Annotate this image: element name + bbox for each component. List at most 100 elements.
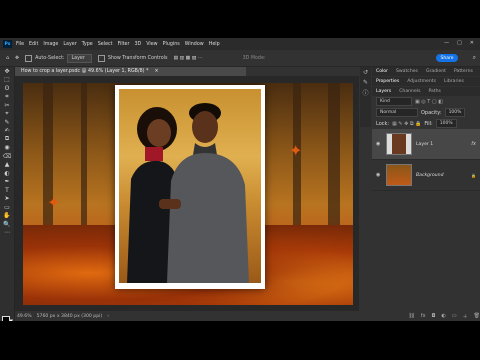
layer-row-background[interactable]: ◉ Background 🔒	[372, 160, 480, 191]
layers-filter-row: Kind ▣ ◎ T ▢ ◧	[372, 96, 480, 107]
object-select-tool-icon[interactable]: ⌗	[0, 93, 14, 102]
pen-tool-icon[interactable]: ✒	[0, 178, 14, 187]
eyedropper-tool-icon[interactable]: ⌖	[0, 110, 14, 119]
type-tool-icon[interactable]: T	[0, 186, 14, 195]
add-mask-icon[interactable]: ◘	[432, 313, 436, 319]
history-brush-tool-icon[interactable]: ◉	[0, 144, 14, 153]
auto-select-label: Auto-Select:	[35, 55, 65, 61]
auto-select-dropdown[interactable]: Layer	[67, 53, 92, 63]
gradient-tool-icon[interactable]: ▲	[0, 161, 14, 170]
tab-swatches[interactable]: Swatches	[392, 69, 422, 74]
menu-3d[interactable]: 3D	[134, 42, 141, 47]
rectangle-tool-icon[interactable]: ▭	[0, 203, 14, 212]
menu-edit[interactable]: Edit	[29, 42, 38, 47]
crop-tool-icon[interactable]: ✂	[0, 101, 14, 110]
layer-name[interactable]: Background	[416, 173, 444, 178]
lasso-tool-icon[interactable]: ʘ	[0, 84, 14, 93]
close-icon[interactable]: ✕	[470, 40, 474, 46]
fill-label: Fill:	[424, 120, 433, 127]
tab-channels[interactable]: Channels	[395, 89, 424, 94]
tab-layers[interactable]: Layers	[372, 89, 395, 94]
transform-group: Show Transform Controls	[97, 54, 168, 62]
menu-filter[interactable]: Filter	[118, 42, 130, 47]
tab-gradient[interactable]: Gradient	[422, 69, 450, 74]
tab-libraries[interactable]: Libraries	[440, 79, 468, 84]
more-tools-icon[interactable]: ⋯	[0, 229, 14, 238]
menu-layer[interactable]: Layer	[63, 42, 76, 47]
menu-view[interactable]: View	[146, 42, 157, 47]
auto-select-group: Auto-Select: Layer	[25, 53, 92, 63]
document-tab[interactable]: How to crop a layer.psdc @ 49.6% (Layer …	[15, 67, 246, 76]
search-icon[interactable]: ⌕	[473, 54, 476, 62]
fx-icon[interactable]: fx	[471, 141, 476, 147]
menu-image[interactable]: Image	[43, 42, 58, 47]
new-group-icon[interactable]: ▭	[452, 313, 457, 319]
menu-window[interactable]: Window	[185, 42, 204, 47]
lock-icons[interactable]: ▦ ✎ ✥ ⧉ 🔒	[392, 121, 421, 127]
tab-paths[interactable]: Paths	[424, 89, 445, 94]
maple-leaf-icon: ✦	[289, 141, 303, 160]
share-button[interactable]: Share	[436, 54, 458, 62]
history-icon[interactable]: ↺	[360, 67, 371, 77]
status-arrow-icon[interactable]: ›	[107, 314, 109, 319]
transform-checkbox[interactable]	[97, 54, 105, 62]
blend-mode-dropdown[interactable]: Normal	[376, 108, 418, 117]
link-layers-icon[interactable]: ⛓	[408, 313, 414, 319]
move-tool-icon[interactable]: ✥	[15, 56, 19, 61]
align-icons[interactable]: ▤ ▥ ▦ ▧ ⋯	[174, 56, 203, 61]
maximize-icon[interactable]: □	[457, 40, 462, 46]
opacity-input[interactable]: 100%	[444, 108, 466, 117]
home-icon[interactable]: ⌂	[6, 56, 9, 61]
layer-row-layer-1[interactable]: ◉ Layer 1 fx	[372, 129, 480, 160]
document-title: How to crop a layer.psdc @ 49.6% (Layer …	[21, 69, 149, 74]
zoom-level[interactable]: 49.6%	[17, 314, 32, 319]
eye-icon[interactable]: ◉	[376, 141, 382, 147]
menu-select[interactable]: Select	[98, 42, 113, 47]
layer-name[interactable]: Layer 1	[416, 142, 433, 147]
menu-plugins[interactable]: Plugins	[163, 42, 180, 47]
hand-tool-icon[interactable]: ✋	[0, 212, 14, 221]
marquee-tool-icon[interactable]: ⬚	[0, 76, 14, 85]
tab-patterns[interactable]: Patterns	[450, 69, 477, 74]
kind-filter-dropdown[interactable]: Kind	[376, 97, 412, 106]
layer-1-photo-frame[interactable]	[115, 85, 265, 289]
info-icon[interactable]: ⓘ	[360, 87, 371, 97]
canvas-area[interactable]: ✦ ✦	[15, 76, 359, 311]
healing-brush-tool-icon[interactable]: ✎	[0, 118, 14, 127]
close-tab-icon[interactable]: ×	[154, 69, 158, 74]
adjustment-layer-icon[interactable]: ◐	[442, 313, 446, 319]
photoshop-logo-icon: Ps	[3, 40, 12, 48]
lock-icon: 🔒	[471, 172, 476, 178]
brush-tool-icon[interactable]: ✍	[0, 127, 14, 136]
tab-adjustments[interactable]: Adjustments	[403, 79, 440, 84]
status-bar: 49.6% 5760 px x 3840 px (300 ppi) ›	[15, 311, 361, 321]
filter-icons[interactable]: ▣ ◎ T ▢ ◧	[415, 99, 443, 105]
options-right-icons: ⌕	[473, 54, 476, 62]
minimize-icon[interactable]: —	[444, 40, 449, 46]
zoom-tool-icon[interactable]: 🔍	[0, 220, 14, 229]
eraser-tool-icon[interactable]: ⌫	[0, 152, 14, 161]
mode-3d-label: 3D Mode:	[242, 55, 266, 61]
menu-help[interactable]: Help	[209, 42, 220, 47]
menu-file[interactable]: File	[16, 42, 24, 47]
menu-type[interactable]: Type	[82, 42, 93, 47]
path-select-tool-icon[interactable]: ➤	[0, 195, 14, 204]
canvas-artwork[interactable]: ✦ ✦	[23, 83, 353, 305]
add-style-icon[interactable]: fx	[421, 313, 426, 319]
new-layer-icon[interactable]: ＋	[463, 313, 468, 320]
dodge-tool-icon[interactable]: ◐	[0, 169, 14, 178]
move-tool-icon[interactable]: ✥	[0, 67, 14, 76]
delete-layer-icon[interactable]: 🗑	[474, 313, 480, 319]
transform-label: Show Transform Controls	[107, 55, 168, 61]
couple-illustration	[127, 103, 249, 283]
tab-color[interactable]: Color	[372, 69, 392, 74]
brush-settings-icon[interactable]: ✎	[360, 77, 371, 87]
layers-panel-footer: ⛓ fx ◘ ◐ ▭ ＋ 🗑	[372, 311, 480, 321]
fill-input[interactable]: 100%	[435, 119, 457, 128]
tab-properties[interactable]: Properties	[372, 79, 403, 84]
eye-icon[interactable]: ◉	[376, 172, 382, 178]
clone-stamp-tool-icon[interactable]: ⧉	[0, 135, 14, 144]
foreground-color-swatch[interactable]	[2, 316, 10, 321]
properties-panel-tabs: Properties Adjustments Libraries	[372, 77, 480, 86]
auto-select-checkbox[interactable]	[25, 54, 33, 62]
